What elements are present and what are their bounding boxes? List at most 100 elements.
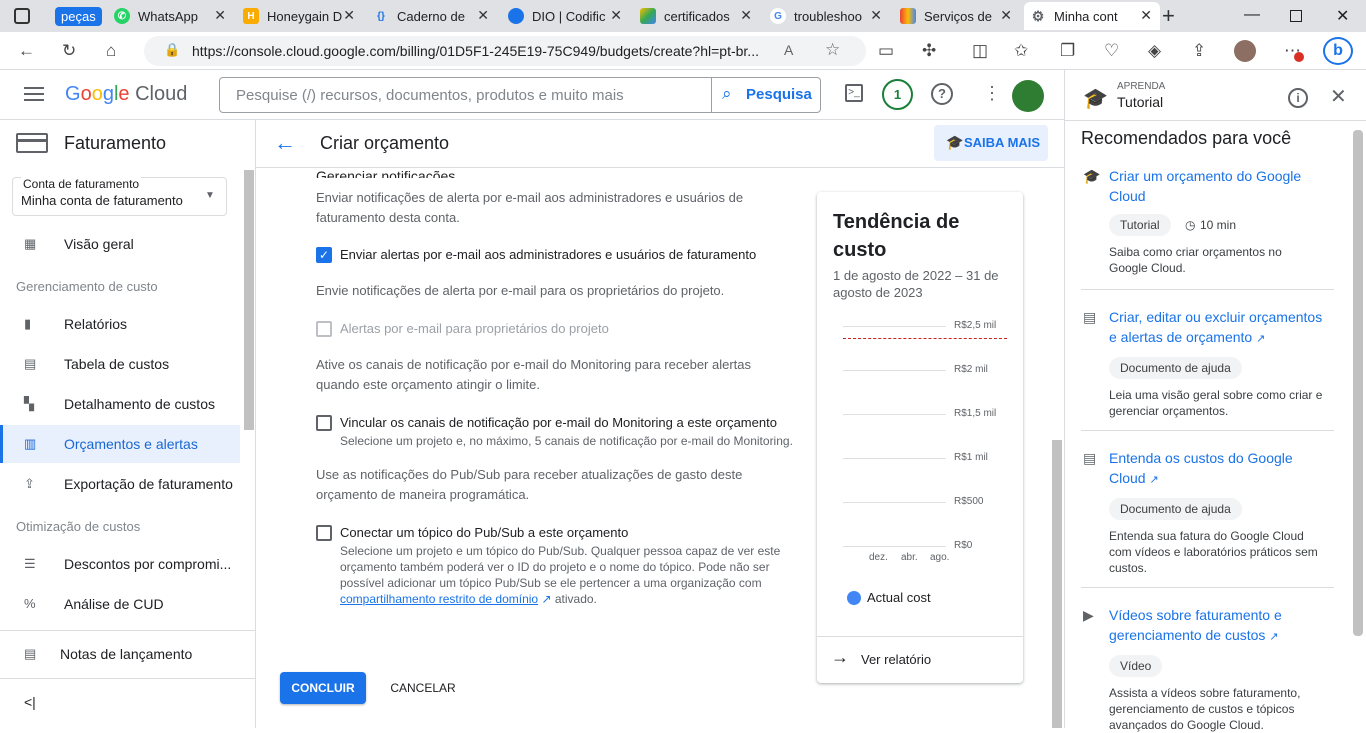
tab-group-pecas[interactable]: peças	[55, 2, 105, 30]
performance-icon[interactable]: ♡	[1104, 41, 1119, 61]
more-vert-icon[interactable]: ⋮	[983, 83, 1001, 103]
card-divider	[1081, 430, 1334, 431]
close-icon[interactable]: ✕	[610, 7, 622, 24]
back-arrow-icon[interactable]: ←	[274, 130, 296, 156]
trend-chart: R$2,5 mil R$2 mil R$1,5 mil R$1 mil R$50…	[817, 302, 1023, 563]
notifications-count-badge[interactable]: 1	[882, 79, 913, 110]
learn-item-doc-costs[interactable]: ▤ Entenda os custos do Google Cloud ↗ Do…	[1081, 448, 1337, 576]
reading-view-icon[interactable]: ▭	[878, 41, 894, 61]
learn-item-title[interactable]: Vídeos sobre faturamento e gerenciamento…	[1109, 607, 1282, 643]
close-icon[interactable]: ✕	[870, 7, 882, 24]
sidebar-item-cud[interactable]: % Análise de CUD	[0, 585, 240, 623]
close-icon[interactable]: ✕	[1000, 7, 1012, 24]
tab-dio[interactable]: DIO | Codific ✕	[502, 2, 630, 30]
sidebar-item-cost-breakdown[interactable]: ▚ Detalhamento de custos	[0, 385, 240, 423]
y-tick-label: R$500	[954, 496, 984, 507]
sidebar-item-overview[interactable]: ▦ Visão geral	[0, 225, 240, 263]
restore-icon[interactable]	[1290, 10, 1302, 22]
tab-certificados[interactable]: certificados ✕	[634, 2, 760, 30]
share-icon[interactable]: ⇪	[1192, 41, 1206, 61]
sidebar-scrollbar[interactable]	[244, 170, 254, 430]
upload-icon: ⇪	[24, 476, 35, 491]
learn-item-title[interactable]: Entenda os custos do Google Cloud	[1109, 450, 1293, 486]
tab-servicos[interactable]: Serviços de ✕	[894, 2, 1020, 30]
learn-item-title[interactable]: Criar, editar ou excluir orçamentos e al…	[1109, 309, 1322, 345]
tab-caderno[interactable]: {} Caderno de ✕	[367, 2, 497, 30]
learn-item-doc-budgets[interactable]: ▤ Criar, editar ou excluir orçamentos e …	[1081, 307, 1337, 419]
home-icon[interactable]: ⌂	[106, 41, 116, 61]
address-bar[interactable]: 🔒 https://console.cloud.google.com/billi…	[144, 36, 866, 66]
open-in-new-icon: ↗	[1256, 333, 1266, 345]
sidebar-item-commitments[interactable]: ☰ Descontos por compromi...	[0, 545, 240, 583]
domain-restricted-link[interactable]: compartilhamento restrito de domínio	[340, 592, 538, 606]
done-button[interactable]: CONCLUIR	[280, 672, 366, 704]
new-tab-icon[interactable]: +	[1162, 3, 1175, 29]
help-icon[interactable]: ?	[931, 83, 953, 105]
collapse-sidebar-icon[interactable]: <|	[24, 694, 36, 710]
admin-alerts-checkbox[interactable]: ✓	[316, 247, 332, 263]
monitoring-checkbox-row[interactable]: Vincular os canais de notificação por e-…	[316, 413, 793, 449]
browser-toolbar: ← ↻ ⌂ 🔒 https://console.cloud.google.com…	[0, 32, 1366, 70]
close-icon[interactable]: ✕	[343, 7, 355, 24]
owner-alerts-checkbox[interactable]	[316, 321, 332, 337]
sidebar-divider	[0, 678, 256, 679]
read-aloud-icon[interactable]: A	[784, 42, 793, 58]
close-icon[interactable]: ✕	[214, 7, 226, 24]
close-icon[interactable]: ✕	[1140, 7, 1152, 24]
tab-actions-icon[interactable]	[14, 8, 30, 24]
tab-troubleshoot[interactable]: G troubleshoo ✕	[764, 2, 890, 30]
favorite-star-icon[interactable]: ☆	[825, 40, 840, 60]
pubsub-checkbox[interactable]	[316, 525, 332, 541]
console-header: Google Cloud Pesquise (/) recursos, docu…	[0, 70, 1064, 120]
close-icon[interactable]: ✕	[740, 7, 752, 24]
security-icon[interactable]: ◈	[1148, 41, 1161, 61]
sidebar-item-export[interactable]: ⇪ Exportação de faturamento	[0, 465, 240, 503]
close-icon[interactable]: ✕	[477, 7, 489, 24]
table-icon: ▤	[24, 356, 37, 371]
sidebar-item-cost-table[interactable]: ▤ Tabela de custos	[0, 345, 240, 383]
main-scrollbar[interactable]	[1052, 440, 1062, 728]
learn-item-title[interactable]: Criar um orçamento do Google Cloud	[1109, 166, 1319, 206]
panel-scrollbar[interactable]	[1353, 130, 1363, 636]
cancel-button[interactable]: CANCELAR	[380, 672, 466, 704]
cloud-shell-icon[interactable]: >_	[845, 84, 863, 102]
billing-account-select[interactable]: Conta de faturamento Minha conta de fatu…	[12, 177, 227, 216]
learn-item-tutorial[interactable]: 🎓 Criar um orçamento do Google Cloud Tut…	[1081, 166, 1337, 276]
admin-alerts-checkbox-row[interactable]: ✓ Enviar alertas por e-mail aos administ…	[316, 245, 756, 265]
collections-icon[interactable]: ❐	[1060, 41, 1075, 61]
info-icon[interactable]: i	[1288, 88, 1308, 108]
split-screen-icon[interactable]: ◫	[972, 41, 988, 61]
monitoring-checkbox[interactable]	[316, 415, 332, 431]
pubsub-checkbox-row[interactable]: Conectar um tópico do Pub/Sub a este orç…	[316, 523, 786, 607]
percent-icon: %	[24, 596, 36, 611]
view-report-link[interactable]: → Ver relatório	[817, 637, 1023, 681]
search-box[interactable]: Pesquise (/) recursos, documentos, produ…	[219, 77, 821, 113]
refresh-icon[interactable]: ↻	[62, 41, 76, 61]
owner-alerts-checkbox-row[interactable]: Alertas por e-mail para proprietários do…	[316, 319, 609, 339]
account-select-label: Conta de faturamento	[21, 177, 142, 191]
google-icon: G	[770, 8, 786, 24]
profile-avatar[interactable]	[1234, 40, 1256, 62]
window-close-icon[interactable]: ✕	[1336, 6, 1349, 26]
menu-icon[interactable]	[24, 87, 44, 101]
user-avatar[interactable]	[1012, 80, 1044, 112]
google-cloud-logo[interactable]: Google Cloud	[65, 83, 187, 106]
back-icon[interactable]: ←	[18, 41, 35, 61]
tab-honeygain[interactable]: H Honeygain D ✕	[237, 2, 363, 30]
checkbox-sublabel: Selecione um projeto e, no máximo, 5 can…	[340, 434, 793, 448]
tab-whatsapp[interactable]: ✆ WhatsApp ✕	[108, 2, 234, 30]
search-input[interactable]: Pesquise (/) recursos, documentos, produ…	[236, 87, 624, 104]
search-button[interactable]: ⌕ Pesquisa	[711, 78, 820, 112]
minimize-icon[interactable]: —	[1244, 6, 1260, 24]
sidebar-item-budgets[interactable]: ▥ Orçamentos e alertas	[0, 425, 240, 463]
extensions-icon[interactable]: ✣	[922, 41, 936, 61]
favorites-icon[interactable]: ✩	[1014, 41, 1028, 61]
learn-item-chip: Documento de ajuda	[1109, 357, 1242, 379]
sidebar-item-reports[interactable]: ▮ Relatórios	[0, 305, 240, 343]
sidebar-item-release-notes[interactable]: ▤ Notas de lançamento	[0, 635, 240, 673]
tab-minha-conta[interactable]: ⚙ Minha cont ✕	[1024, 2, 1160, 30]
learn-more-button[interactable]: 🎓 SAIBA MAIS	[934, 125, 1048, 161]
bing-icon[interactable]: b	[1323, 37, 1353, 65]
close-panel-icon[interactable]: ✕	[1330, 84, 1347, 109]
learn-item-videos[interactable]: ▶ Vídeos sobre faturamento e gerenciamen…	[1081, 605, 1337, 733]
